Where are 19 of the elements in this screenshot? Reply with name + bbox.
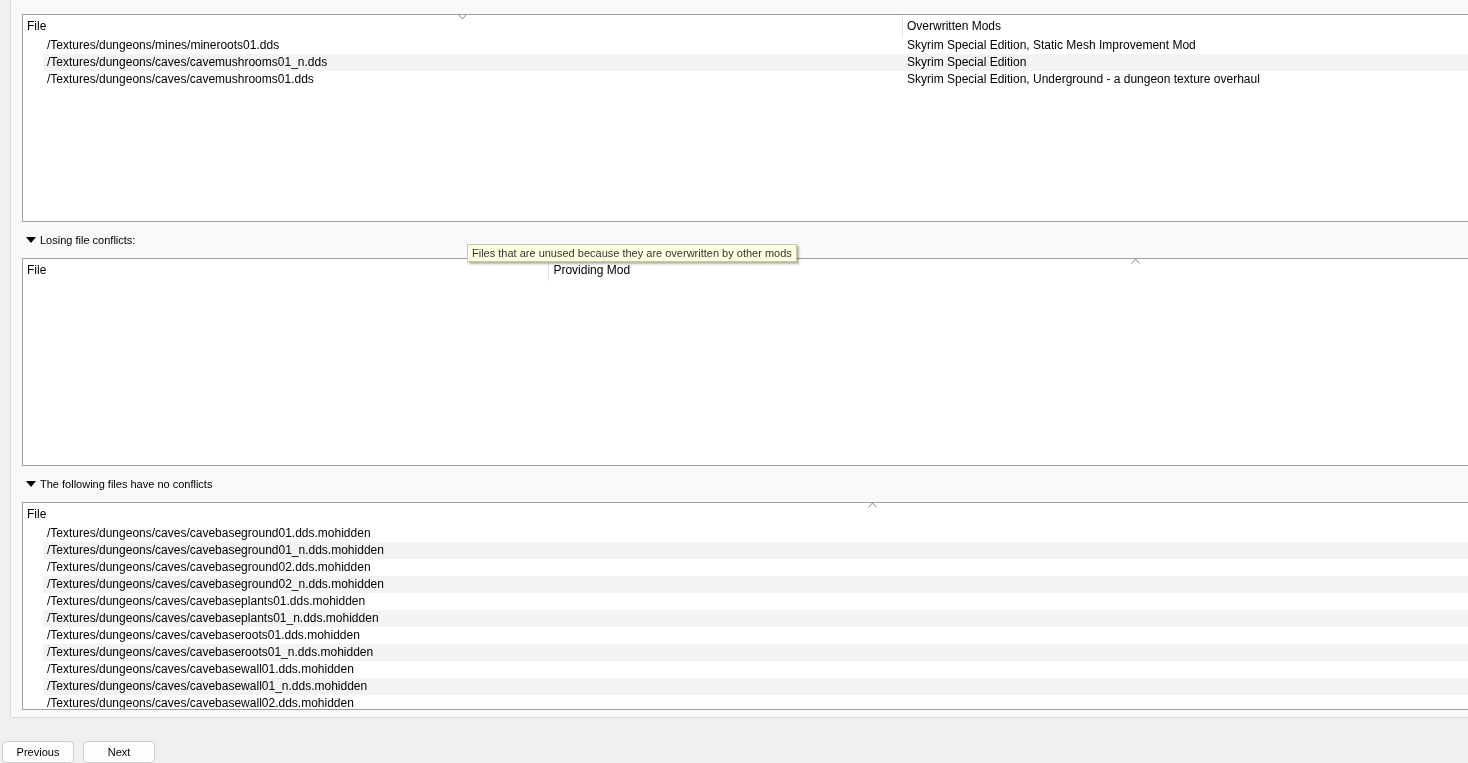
- table-cell[interactable]: /Textures/dungeons/caves/cavebaseplants01_n.dds.mohidden: [43, 610, 1468, 627]
- table-cell[interactable]: /Textures/dungeons/caves/cavebaseground02_n.dds.mohidden: [43, 576, 1468, 593]
- column-header[interactable]: Providing Mod: [553, 263, 631, 277]
- next-button[interactable]: Next: [83, 741, 155, 763]
- tooltip: Files that are unused because they are overwritten by other mods: [467, 244, 797, 262]
- table-cell[interactable]: /Textures/dungeons/caves/cavemushrooms01_n.dds: [43, 54, 903, 71]
- collapse-arrow-icon[interactable]: [25, 480, 37, 488]
- collapse-arrow-icon[interactable]: [25, 236, 37, 244]
- section-title: The following files have no conflicts: [40, 478, 213, 490]
- previous-button[interactable]: Previous: [2, 741, 74, 763]
- column-header[interactable]: Overwritten Mods: [906, 19, 1001, 33]
- table-cell[interactable]: /Textures/dungeons/caves/cavebasewall01_n.dds.mohidden: [43, 678, 1468, 695]
- column-header[interactable]: File: [27, 263, 47, 277]
- table-cell[interactable]: /Textures/dungeons/caves/cavebaseground01_n.dds.mohidden: [43, 542, 1468, 559]
- table-cell[interactable]: /Textures/dungeons/caves/cavebaseroots01_n.dds.mohidden: [43, 644, 1468, 661]
- table-cell[interactable]: Skyrim Special Edition: [902, 54, 1468, 71]
- section-title: Losing file conflicts:: [40, 234, 136, 246]
- column-header[interactable]: File: [27, 507, 47, 521]
- column-header[interactable]: File: [27, 19, 47, 33]
